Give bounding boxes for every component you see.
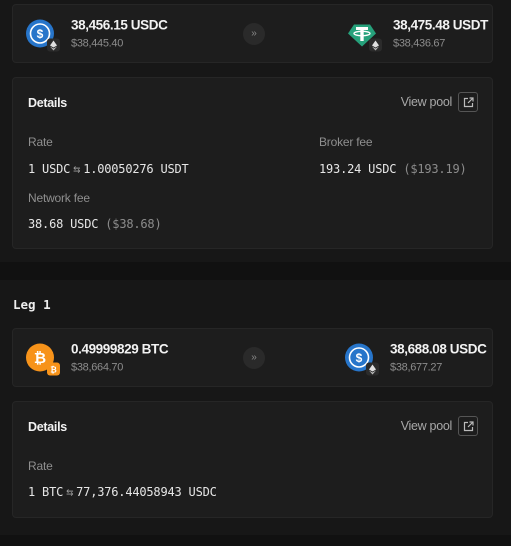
leg-view-pool-label: View pool <box>400 419 453 433</box>
swap-arrows-icon: ⇆ <box>73 162 81 176</box>
leg-rate-label: Rate <box>28 459 53 473</box>
leg-to-token: $ 38,688.08 USDC $38,677.27 <box>344 341 487 376</box>
view-pool-link[interactable]: View pool <box>401 92 478 112</box>
broker-fee-value: 193.24 USDC ($193.19) <box>319 162 467 176</box>
leg-view-pool-link[interactable]: View pool <box>401 416 478 436</box>
chevron-double-right-icon: » <box>243 22 265 45</box>
swap-to-token: 38,475.48 USDT $38,436.67 <box>347 17 488 52</box>
swap-summary-card: $ 38,456.15 USDC $38,445.40 » 38,475.48 … <box>12 4 493 63</box>
leg-details-card: Details View pool Rate 1 BTC ⇆ 77,376.4405… <box>12 401 493 518</box>
svg-text:₿: ₿ <box>34 350 46 367</box>
to-usd-value: $38,436.67 <box>393 37 446 49</box>
usdc-icon: $ <box>25 19 60 52</box>
external-link-icon <box>458 416 478 436</box>
swap-arrows-icon: ⇆ <box>66 485 74 499</box>
ethereum-badge-icon <box>369 38 382 52</box>
to-amount: 38,475.48 USDT <box>393 17 488 32</box>
btc-icon: ₿ ₿ <box>25 343 60 376</box>
network-fee-label: Network fee <box>28 191 90 205</box>
svg-text:$: $ <box>356 351 363 365</box>
view-pool-label: View pool <box>400 95 453 109</box>
network-fee-usd: ($38.68) <box>105 217 162 231</box>
broker-fee-usd: ($193.19) <box>403 162 467 176</box>
leg-to-usd: $38,677.27 <box>390 361 443 373</box>
leg-from-usd: $38,664.70 <box>71 361 124 373</box>
usdt-icon <box>347 19 382 52</box>
leg-title: Leg 1 <box>13 297 51 312</box>
leg-rate-from: 1 BTC <box>28 485 64 499</box>
broker-fee-label: Broker fee <box>319 135 373 149</box>
bitcoin-badge-icon: ₿ <box>47 362 60 376</box>
network-fee-amount: 38.68 USDC <box>28 217 99 231</box>
rate-to: 1.00050276 USDT <box>83 162 189 176</box>
swap-section-1: $ 38,456.15 USDC $38,445.40 » 38,475.48 … <box>0 0 511 262</box>
svg-text:$: $ <box>37 27 44 41</box>
from-usd-value: $38,445.40 <box>71 37 124 49</box>
swap-from-token: $ 38,456.15 USDC $38,445.40 <box>25 17 168 52</box>
chevron-double-right-icon: » <box>243 346 265 369</box>
svg-text:₿: ₿ <box>50 366 57 374</box>
details-title: Details <box>28 96 67 110</box>
rate-from: 1 USDC <box>28 162 71 176</box>
leg-details-title: Details <box>28 420 67 434</box>
rate-label: Rate <box>28 135 53 149</box>
leg-swap-card: ₿ ₿ 0.49999829 BTC $38,664.70 » $ 38,688… <box>12 328 493 387</box>
details-card: Details View pool Rate 1 USDC ⇆ 1.00050276… <box>12 77 493 249</box>
rate-value: 1 USDC ⇆ 1.00050276 USDT <box>28 162 189 176</box>
leg-from-amount: 0.49999829 BTC <box>71 341 169 356</box>
ethereum-badge-icon <box>366 362 379 376</box>
leg-to-amount: 38,688.08 USDC <box>390 341 487 356</box>
usdc-icon: $ <box>344 343 379 376</box>
from-amount: 38,456.15 USDC <box>71 17 168 32</box>
external-link-icon <box>458 92 478 112</box>
leg-rate-value: 1 BTC ⇆ 77,376.44058943 USDC <box>28 485 217 499</box>
leg-rate-to: 77,376.44058943 USDC <box>76 485 217 499</box>
broker-fee-amount: 193.24 USDC <box>319 162 397 176</box>
network-fee-value: 38.68 USDC ($38.68) <box>28 217 162 231</box>
leg-from-token: ₿ ₿ 0.49999829 BTC $38,664.70 <box>25 341 169 376</box>
ethereum-badge-icon <box>47 38 60 52</box>
